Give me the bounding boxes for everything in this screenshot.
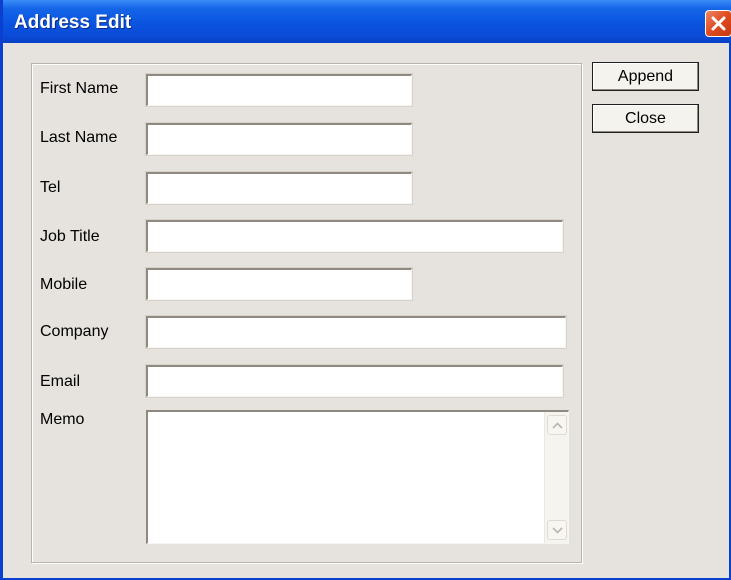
job-title-label: Job Title [40,228,100,245]
tel-label: Tel [40,179,61,196]
memo-box [146,410,569,544]
last-name-field[interactable] [145,122,413,156]
first-name-label: First Name [40,80,119,97]
scroll-down-arrow-icon [551,526,563,534]
scroll-up-arrow-icon [551,421,563,429]
company-label: Company [40,323,109,340]
tel-field[interactable] [145,171,413,205]
memo-textarea[interactable] [148,412,543,542]
mobile-field[interactable] [145,267,413,301]
email-label: Email [40,373,81,390]
window-title: Address Edit [14,12,132,33]
email-field[interactable] [145,364,564,398]
append-button[interactable]: Append [592,62,699,91]
close-icon [711,16,726,31]
title-bar[interactable]: Address Edit [3,0,731,43]
mobile-label: Mobile [40,276,88,293]
close-button[interactable]: Close [592,104,699,133]
company-field[interactable] [145,315,567,349]
window-close-button[interactable] [705,10,731,37]
first-name-field[interactable] [145,73,413,107]
address-edit-window: Address Edit First Name Last Name Tel Jo… [0,0,731,580]
scroll-down-button[interactable] [547,520,567,540]
job-title-field[interactable] [145,219,564,253]
last-name-label: Last Name [40,129,118,146]
memo-scrollbar[interactable] [544,412,568,543]
memo-label: Memo [40,411,85,428]
scroll-up-button[interactable] [547,415,567,435]
